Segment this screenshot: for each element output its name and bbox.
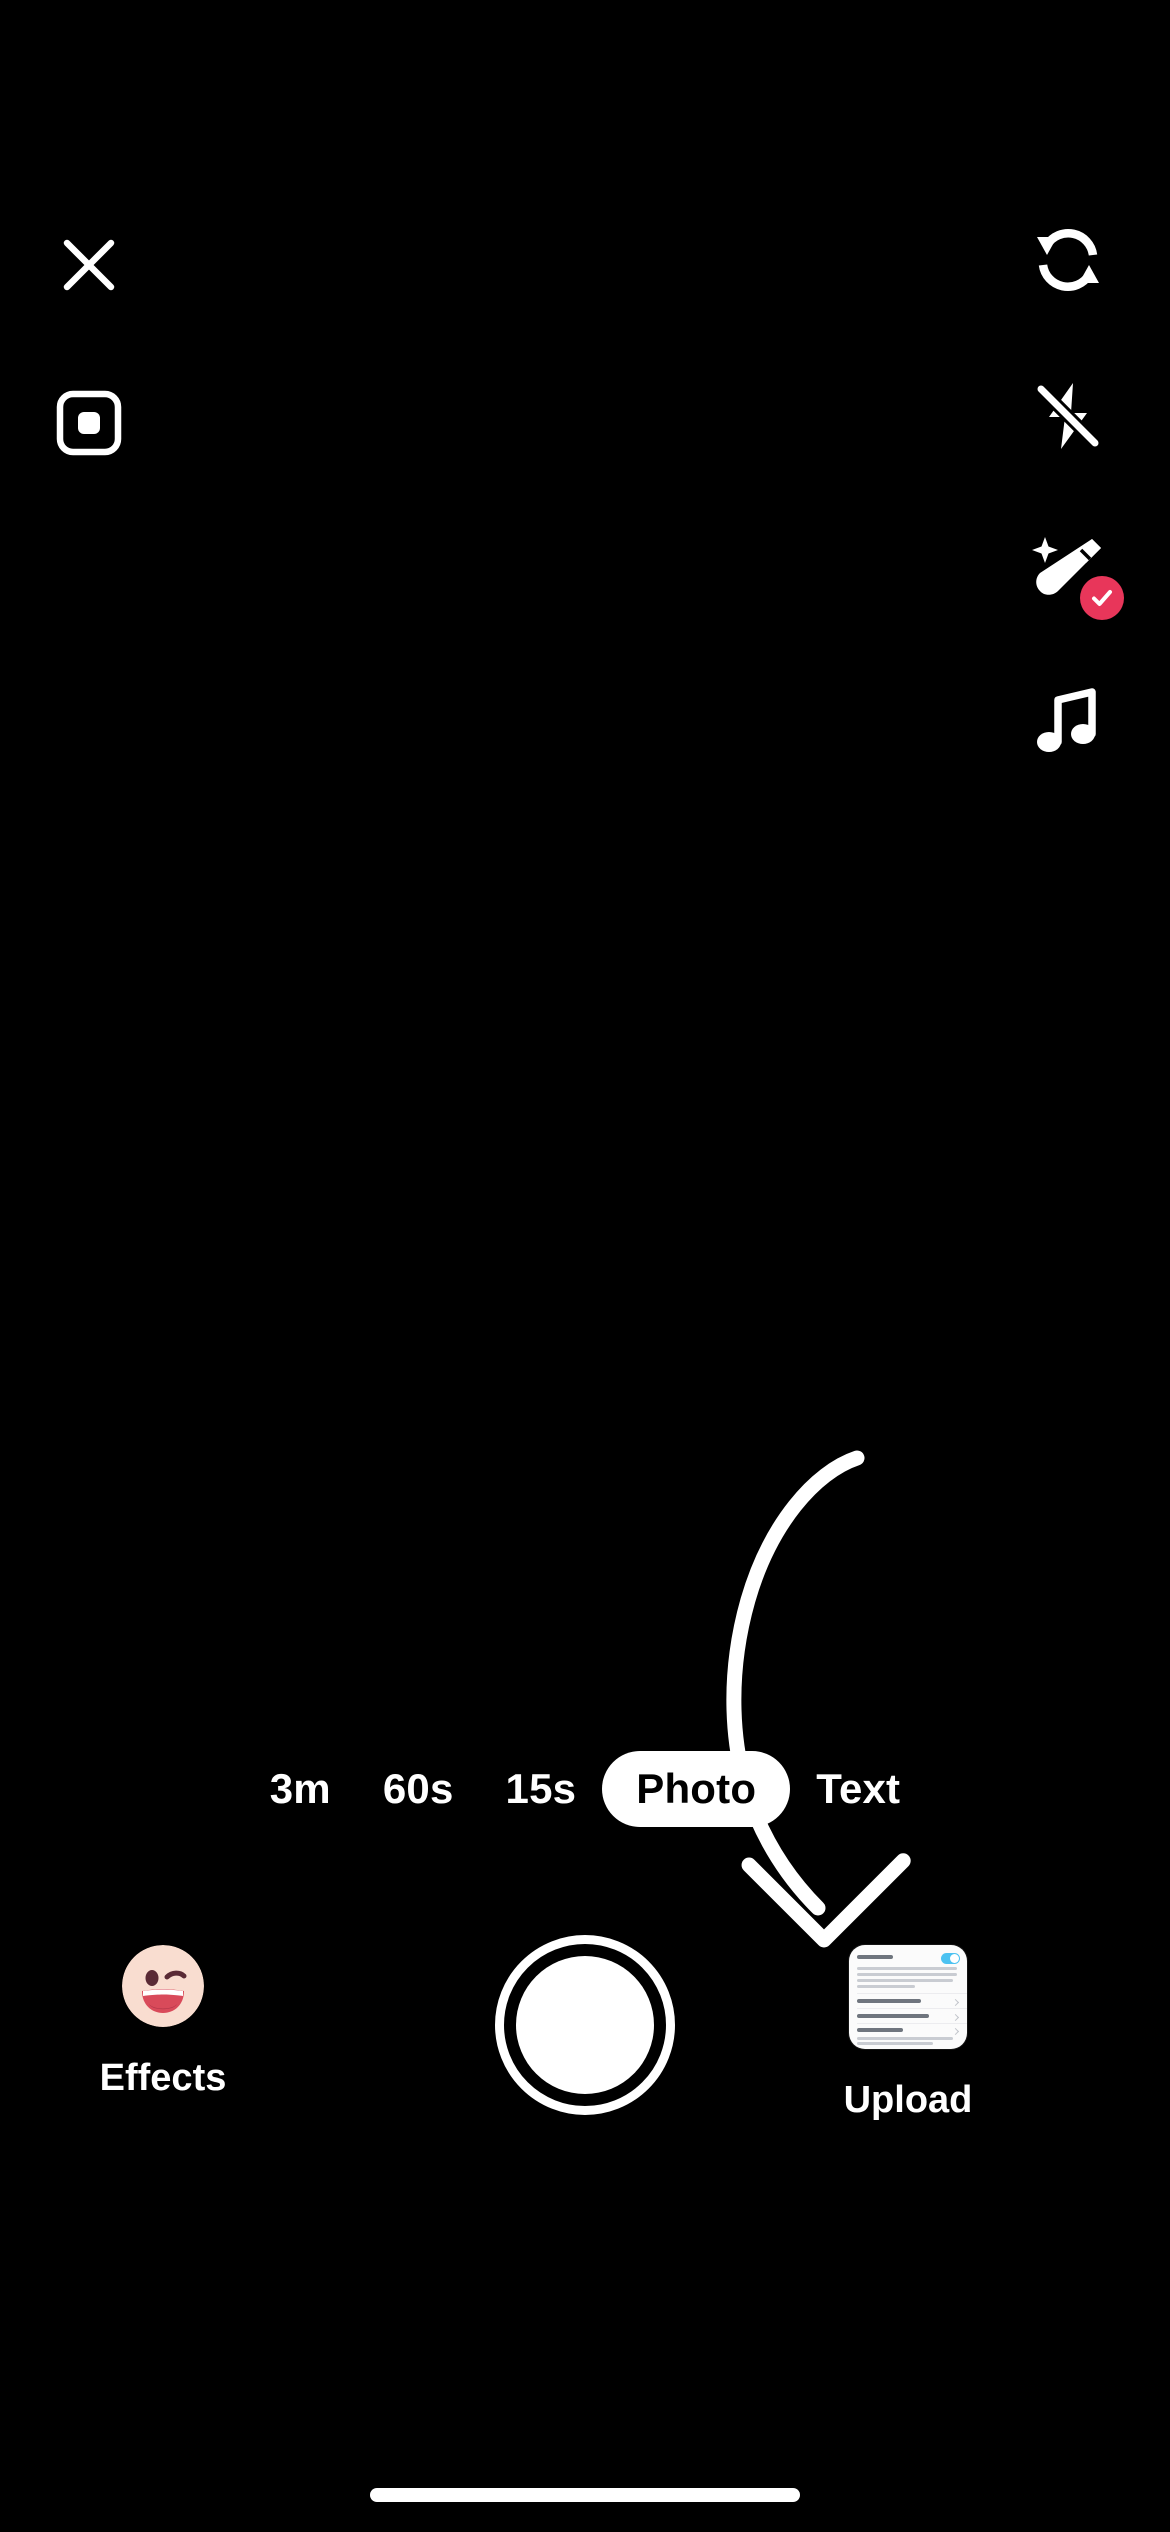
music-note-icon	[1037, 688, 1096, 752]
aspect-ratio-button[interactable]	[46, 380, 132, 466]
effects-button[interactable]: Effects	[100, 1945, 226, 2100]
upload-button[interactable]: Upload	[844, 1945, 972, 2122]
camera-screen: 3m 60s 15s Photo Text Effects Upload	[0, 0, 1170, 2532]
shutter-inner-circle	[516, 1956, 654, 2094]
flash-off-button[interactable]	[1004, 352, 1132, 480]
flash-off-icon	[1034, 382, 1102, 450]
add-sound-button[interactable]	[1004, 658, 1132, 786]
aspect-ratio-icon	[56, 390, 122, 456]
close-button[interactable]	[46, 222, 132, 308]
shutter-button[interactable]	[495, 1935, 675, 2115]
capture-bottom-bar: Effects Upload	[0, 1935, 1170, 2245]
capture-mode-selector[interactable]: 3m 60s 15s Photo Text	[0, 1740, 1170, 1838]
gallery-thumbnail-icon	[849, 1945, 967, 2049]
check-icon	[1092, 590, 1112, 606]
home-indicator[interactable]	[370, 2488, 800, 2502]
enhance-button[interactable]	[1004, 504, 1132, 632]
mode-15s[interactable]: 15s	[480, 1740, 603, 1838]
mode-text[interactable]: Text	[790, 1740, 926, 1838]
mode-60s[interactable]: 60s	[357, 1740, 480, 1838]
upload-label: Upload	[843, 2079, 973, 2121]
flip-camera-icon	[1037, 229, 1099, 291]
camera-tools-rail	[1004, 196, 1132, 786]
flip-camera-button[interactable]	[1004, 196, 1132, 324]
mode-photo[interactable]: Photo	[602, 1751, 791, 1827]
close-icon	[63, 239, 115, 291]
mode-3m[interactable]: 3m	[244, 1740, 357, 1838]
status-badge	[1080, 576, 1124, 620]
effects-label: Effects	[99, 2057, 227, 2099]
winking-face-emoji-icon	[122, 1945, 204, 2027]
